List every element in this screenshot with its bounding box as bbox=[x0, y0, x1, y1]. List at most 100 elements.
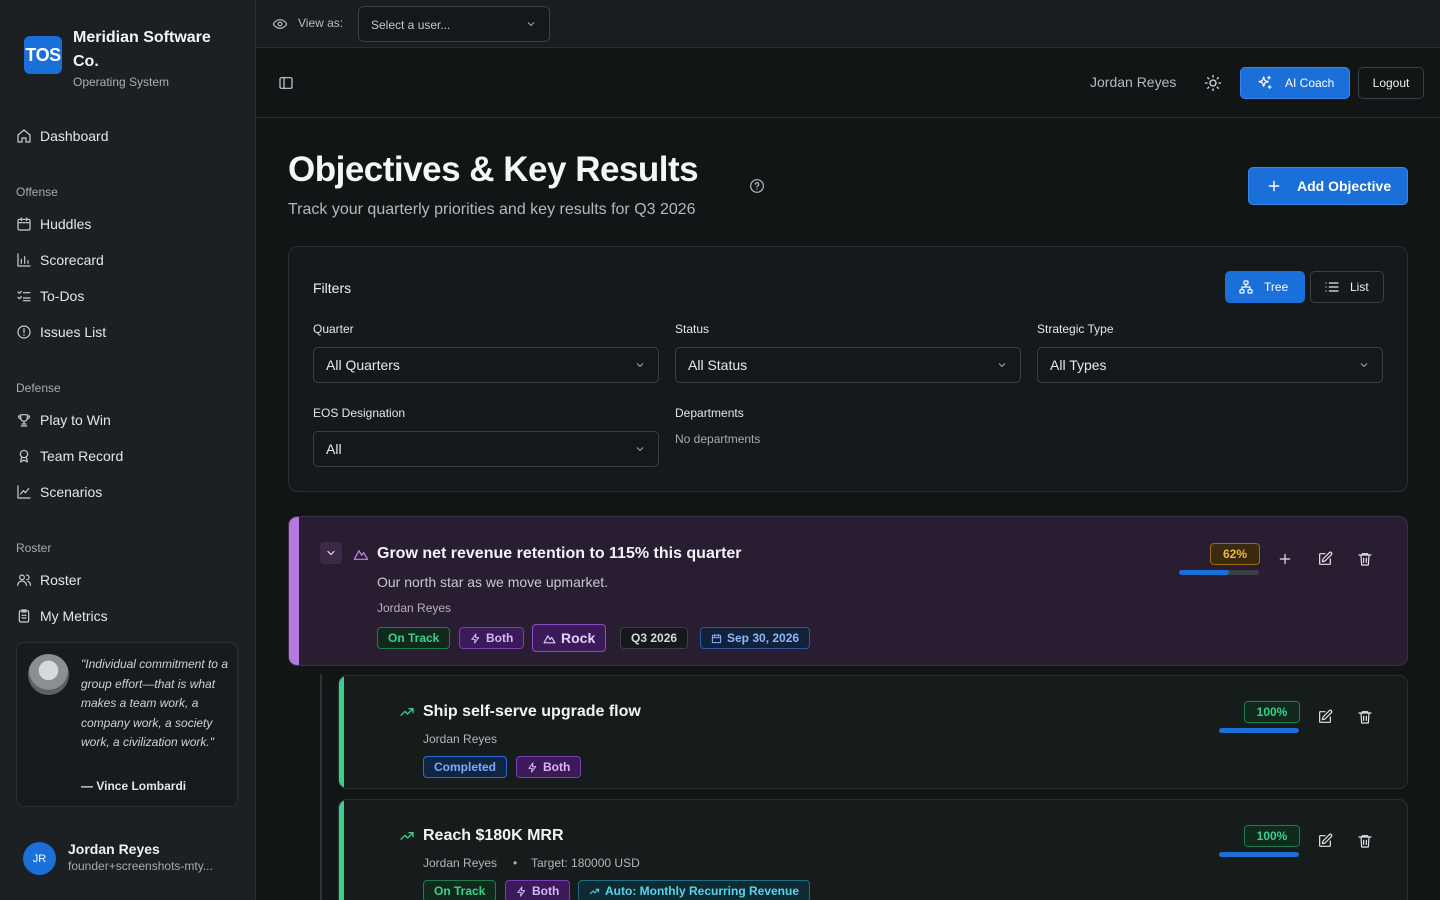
edit-objective-button[interactable] bbox=[1317, 551, 1333, 567]
quote-card: "Individual commitment to a group effort… bbox=[16, 642, 238, 807]
delete-objective-button[interactable] bbox=[1357, 551, 1373, 567]
due-date-label: Sep 30, 2026 bbox=[727, 631, 800, 645]
progress-badge: 100% bbox=[1244, 701, 1300, 723]
zap-icon bbox=[471, 632, 480, 644]
key-result-card[interactable]: Ship self-serve upgrade flow Jordan Reye… bbox=[338, 675, 1408, 789]
zap-icon bbox=[528, 761, 537, 773]
view-list-button[interactable]: List bbox=[1310, 271, 1384, 303]
eos-badge-label: Rock bbox=[561, 630, 596, 646]
sun-icon[interactable] bbox=[1204, 74, 1222, 92]
objective-accent bbox=[289, 517, 299, 665]
objective-title[interactable]: Grow net revenue retention to 115% this … bbox=[377, 545, 742, 563]
sidebar-item-scorecard[interactable]: Scorecard bbox=[16, 246, 240, 274]
nav-section-offense: Offense bbox=[16, 185, 58, 199]
type-badge: Both bbox=[516, 756, 582, 778]
calendar-icon bbox=[711, 633, 722, 643]
meta-separator: • bbox=[513, 856, 518, 870]
sidebar-item-my-metrics[interactable]: My Metrics bbox=[16, 602, 240, 630]
sidebar-item-roster[interactable]: Roster bbox=[16, 566, 240, 594]
add-key-result-button[interactable] bbox=[1277, 551, 1293, 567]
sidebar-item-scenarios[interactable]: Scenarios bbox=[16, 478, 240, 506]
progress-bar-fill bbox=[1219, 852, 1299, 857]
chevron-down-icon bbox=[327, 550, 335, 556]
type-badge: Both bbox=[459, 627, 525, 649]
trash-icon bbox=[1358, 553, 1372, 566]
sidebar-item-issues-list[interactable]: Issues List bbox=[16, 318, 240, 346]
sidebar-item-label: Team Record bbox=[40, 448, 124, 464]
edit-icon bbox=[1319, 833, 1333, 847]
app-header: Jordan Reyes AI Coach Logout bbox=[256, 48, 1440, 118]
objective-owner: Jordan Reyes bbox=[377, 601, 452, 615]
key-result-card[interactable]: Reach $180K MRR Jordan Reyes • Target: 1… bbox=[338, 799, 1408, 900]
quote-author-avatar bbox=[28, 654, 69, 695]
key-result-title[interactable]: Ship self-serve upgrade flow bbox=[423, 703, 641, 721]
eos-designation-select[interactable]: All bbox=[313, 431, 659, 467]
type-badge: Both bbox=[505, 880, 571, 900]
add-objective-button[interactable]: Add Objective bbox=[1248, 167, 1408, 205]
type-badge-label: Both bbox=[532, 884, 560, 898]
progress-bar-fill bbox=[1219, 728, 1299, 733]
user-profile[interactable]: JR Jordan Reyes founder+screenshots-mty.… bbox=[23, 841, 213, 875]
quarter-select[interactable]: All Quarters bbox=[313, 347, 659, 383]
quote-text: "Individual commitment to a group effort… bbox=[81, 657, 228, 749]
sidebar-item-label: To-Dos bbox=[40, 288, 85, 304]
edit-key-result-button[interactable] bbox=[1317, 709, 1333, 725]
status-badge: On Track bbox=[423, 880, 497, 900]
view-as-bar: View as: Select a user... bbox=[256, 0, 1440, 48]
key-result-title[interactable]: Reach $180K MRR bbox=[423, 827, 564, 845]
quarter-value: All Quarters bbox=[326, 357, 400, 373]
view-tree-label: Tree bbox=[1264, 280, 1289, 294]
nav-section-defense: Defense bbox=[16, 381, 61, 395]
help-circle-icon[interactable] bbox=[749, 178, 765, 194]
tree-connector bbox=[320, 674, 322, 900]
brand-logo: TOS bbox=[24, 36, 62, 74]
trash-icon bbox=[1358, 835, 1372, 848]
clipboard-icon bbox=[16, 608, 32, 624]
status-badge: On Track bbox=[377, 627, 451, 649]
progress-bar-fill bbox=[1179, 570, 1229, 575]
logout-button[interactable]: Logout bbox=[1358, 67, 1424, 99]
sidebar-item-todos[interactable]: To-Dos bbox=[16, 282, 240, 310]
objective-description: Our north star as we move upmarket. bbox=[377, 574, 609, 590]
page-title: Objectives & Key Results bbox=[288, 150, 699, 189]
calendar-icon bbox=[16, 216, 32, 232]
key-result-accent bbox=[339, 676, 344, 788]
sidebar-item-dashboard[interactable]: Dashboard bbox=[16, 122, 240, 150]
edit-icon bbox=[1319, 709, 1333, 723]
strategic-type-select[interactable]: All Types bbox=[1037, 347, 1383, 383]
brand[interactable]: TOS Meridian Software Co. Operating Syst… bbox=[24, 26, 233, 89]
chevron-down-icon bbox=[998, 363, 1006, 368]
key-result-accent bbox=[339, 800, 344, 900]
trash-icon bbox=[1358, 711, 1372, 724]
home-icon bbox=[16, 128, 32, 144]
sidebar-item-label: Play to Win bbox=[40, 412, 111, 428]
key-result-target: Target: 180000 USD bbox=[531, 856, 640, 870]
sidebar-item-huddles[interactable]: Huddles bbox=[16, 210, 240, 238]
brand-subtitle: Operating System bbox=[73, 75, 170, 89]
objective-card[interactable]: Grow net revenue retention to 115% this … bbox=[288, 516, 1408, 666]
sidebar-item-play-to-win[interactable]: Play to Win bbox=[16, 406, 240, 434]
header-user-name: Jordan Reyes bbox=[1090, 74, 1177, 90]
view-tree-button[interactable]: Tree bbox=[1225, 271, 1305, 303]
delete-key-result-button[interactable] bbox=[1357, 833, 1373, 849]
progress-bar bbox=[1179, 570, 1259, 575]
delete-key-result-button[interactable] bbox=[1357, 709, 1373, 725]
chevron-down-icon bbox=[527, 22, 535, 27]
status-select[interactable]: All Status bbox=[675, 347, 1021, 383]
progress-bar bbox=[1219, 852, 1299, 857]
ai-coach-button[interactable]: AI Coach bbox=[1240, 67, 1350, 99]
edit-key-result-button[interactable] bbox=[1317, 833, 1333, 849]
view-list-label: List bbox=[1350, 280, 1369, 294]
view-as-select[interactable]: Select a user... bbox=[358, 6, 550, 42]
quarter-label: Quarter bbox=[313, 322, 354, 336]
trending-up-icon bbox=[400, 708, 414, 716]
plus-icon bbox=[1279, 553, 1291, 565]
sidebar-item-label: Scenarios bbox=[40, 484, 103, 500]
sidebar-toggle-icon[interactable] bbox=[278, 75, 294, 91]
sidebar-item-team-record[interactable]: Team Record bbox=[16, 442, 240, 470]
sidebar-item-label: Dashboard bbox=[40, 128, 109, 144]
metric-link-badge: Auto: Monthly Recurring Revenue bbox=[578, 880, 811, 900]
sidebar-item-label: Huddles bbox=[40, 216, 92, 232]
sidebar-item-label: Roster bbox=[40, 572, 82, 588]
collapse-button[interactable] bbox=[320, 542, 342, 564]
